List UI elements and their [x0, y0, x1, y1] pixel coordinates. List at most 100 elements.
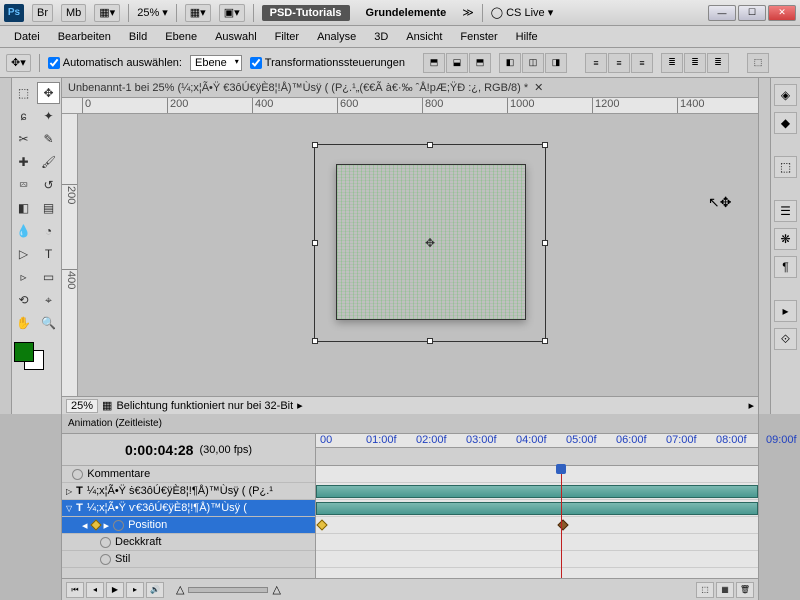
color-swatches[interactable] [12, 340, 61, 372]
window-close-button[interactable]: ✕ [768, 5, 796, 21]
adjustments-panel-icon[interactable]: ☰ [774, 200, 797, 222]
align-vcenter-button[interactable]: ⬓ [446, 53, 468, 73]
window-minimize-button[interactable]: — [708, 5, 736, 21]
type-tool[interactable]: T [37, 243, 60, 265]
shape-tool[interactable]: ▭ [37, 266, 60, 288]
timeline-row[interactable] [316, 483, 758, 500]
history-panel-icon[interactable]: ⟐ [774, 328, 797, 350]
screen-mode-button[interactable]: ▣▾ [219, 4, 245, 22]
stopwatch-icon[interactable] [113, 520, 124, 531]
menu-ansicht[interactable]: Ansicht [398, 29, 450, 45]
timeline-ruler[interactable]: 00 01:00f 02:00f 03:00f 04:00f 05:00f 06… [316, 434, 758, 448]
healing-brush-tool[interactable]: ✚ [12, 151, 35, 173]
menu-hilfe[interactable]: Hilfe [508, 29, 546, 45]
transform-bounding-box[interactable]: ✥ [314, 144, 546, 342]
lasso-tool[interactable]: ɕ [12, 105, 35, 127]
timeline-row[interactable] [316, 500, 758, 517]
brush-tool[interactable]: 🖌 [37, 151, 60, 173]
ruler-vertical[interactable]: 200400 [62, 114, 78, 396]
move-tool[interactable]: ✥ [37, 82, 60, 104]
window-maximize-button[interactable]: ☐ [738, 5, 766, 21]
workspace-active[interactable]: PSD-Tutorials [262, 5, 350, 21]
auto-align-button[interactable]: ⬚ [747, 53, 769, 73]
distribute-right-button[interactable]: ≣ [707, 53, 729, 73]
layer-duration-bar[interactable] [316, 502, 758, 515]
stopwatch-icon[interactable] [100, 554, 111, 565]
blur-tool[interactable]: 💧 [12, 220, 35, 242]
3d-tool[interactable]: ⟲ [12, 289, 35, 311]
scrollbar-right-icon[interactable]: ▸ [748, 399, 754, 412]
cslive-button[interactable]: ◯ CS Live ▾ [491, 6, 553, 19]
marquee-tool[interactable]: ⬚ [12, 82, 35, 104]
layer-duration-bar[interactable] [316, 485, 758, 498]
track-layer1[interactable]: ▷T ¼;x¦Ã•Ÿ ṡ€3ôÚ€ÿÈ8¦!¶Å)™Ùsÿ ( (P¿.¹ [62, 483, 315, 500]
track-comments[interactable]: Kommentare [62, 466, 315, 483]
direct-selection-tool[interactable]: ▹ [12, 266, 35, 288]
gradient-tool[interactable]: ▤ [37, 197, 60, 219]
transform-handle[interactable] [542, 142, 548, 148]
collapse-icon[interactable]: ▽ [66, 504, 72, 513]
next-frame-button[interactable]: ▸ [126, 582, 144, 598]
zoom-level-dropdown[interactable]: 25% ▾ [137, 6, 168, 19]
timeline-row[interactable] [316, 551, 758, 568]
track-stil[interactable]: Stil [62, 551, 315, 568]
clone-stamp-tool[interactable]: ⮹ [12, 174, 35, 196]
layers-panel-icon[interactable]: ◈ [774, 84, 797, 106]
transform-handle[interactable] [427, 142, 433, 148]
next-keyframe-icon[interactable]: ▸ [104, 519, 110, 532]
crop-tool[interactable]: ✂ [12, 128, 35, 150]
menu-filter[interactable]: Filter [267, 29, 307, 45]
align-left-button[interactable]: ◧ [499, 53, 521, 73]
timeline-row-position[interactable] [316, 517, 758, 534]
auto-select-target-dropdown[interactable]: Ebene [190, 55, 242, 71]
hand-tool[interactable]: ✋ [12, 312, 35, 334]
stopwatch-icon[interactable] [72, 469, 83, 480]
menu-analyse[interactable]: Analyse [309, 29, 364, 45]
distribute-hcenter-button[interactable]: ≣ [684, 53, 706, 73]
workspace-other[interactable]: Grundelemente [358, 5, 455, 21]
keyframe-icon[interactable] [557, 519, 568, 530]
canvas[interactable]: ✥ ↖✥ [78, 114, 758, 396]
transform-handle[interactable] [542, 240, 548, 246]
view-extras-button[interactable]: ▦▾ [94, 4, 120, 22]
stopwatch-icon[interactable] [100, 537, 111, 548]
timeline-row[interactable] [316, 534, 758, 551]
timeline-row[interactable] [316, 466, 758, 483]
menu-3d[interactable]: 3D [366, 29, 396, 45]
align-hcenter-button[interactable]: ◫ [522, 53, 544, 73]
convert-frames-button[interactable]: ▦ [716, 582, 734, 598]
keyframe-icon[interactable] [316, 519, 327, 530]
status-more-icon[interactable]: ▸ [297, 399, 303, 412]
align-right-button[interactable]: ◨ [545, 53, 567, 73]
menu-bearbeiten[interactable]: Bearbeiten [50, 29, 119, 45]
timeline-zoom-slider[interactable]: △△ [176, 583, 281, 596]
animation-current-time[interactable]: 0:00:04:28 (30,00 fps) [62, 434, 315, 466]
paragraph-panel-icon[interactable]: ¶ [774, 256, 797, 278]
transform-handle[interactable] [427, 338, 433, 344]
workspace-more-icon[interactable]: ≫ [462, 6, 474, 19]
timeline-work-area[interactable] [316, 448, 758, 466]
timeline-playhead[interactable] [561, 466, 562, 578]
track-layer2[interactable]: ▽T ¼;x¦Ã•Ÿ ѵ€3ôÚ€ÿÈ8¦!¶Å)™Ùsÿ ( [62, 500, 315, 517]
expand-icon[interactable]: ▷ [66, 487, 72, 496]
animation-panel-tab[interactable]: Animation (Zeitleiste) [62, 414, 758, 434]
distribute-top-button[interactable]: ≡ [585, 53, 607, 73]
channels-panel-icon[interactable]: ◆ [774, 112, 797, 134]
align-bottom-button[interactable]: ⬒ [469, 53, 491, 73]
transform-handle[interactable] [312, 142, 318, 148]
eyedropper-tool[interactable]: ✎ [37, 128, 60, 150]
transform-handle[interactable] [542, 338, 548, 344]
animation-timeline[interactable]: 00 01:00f 02:00f 03:00f 04:00f 05:00f 06… [316, 434, 758, 578]
prev-frame-button[interactable]: ◂ [86, 582, 104, 598]
magic-wand-tool[interactable]: ✦ [37, 105, 60, 127]
prev-keyframe-icon[interactable]: ◂ [82, 519, 88, 532]
distribute-vcenter-button[interactable]: ≡ [608, 53, 630, 73]
play-button[interactable]: ▶ [106, 582, 124, 598]
transform-center-icon[interactable]: ✥ [425, 236, 435, 250]
bridge-button[interactable]: Br [32, 4, 53, 22]
track-position[interactable]: ◂ ▸ Position [62, 517, 315, 534]
audio-toggle-button[interactable]: 🔊 [146, 582, 164, 598]
toolbox-collapse-strip[interactable] [0, 78, 12, 414]
transform-handle[interactable] [312, 338, 318, 344]
auto-select-checkbox[interactable]: Automatisch auswählen: [48, 57, 182, 69]
